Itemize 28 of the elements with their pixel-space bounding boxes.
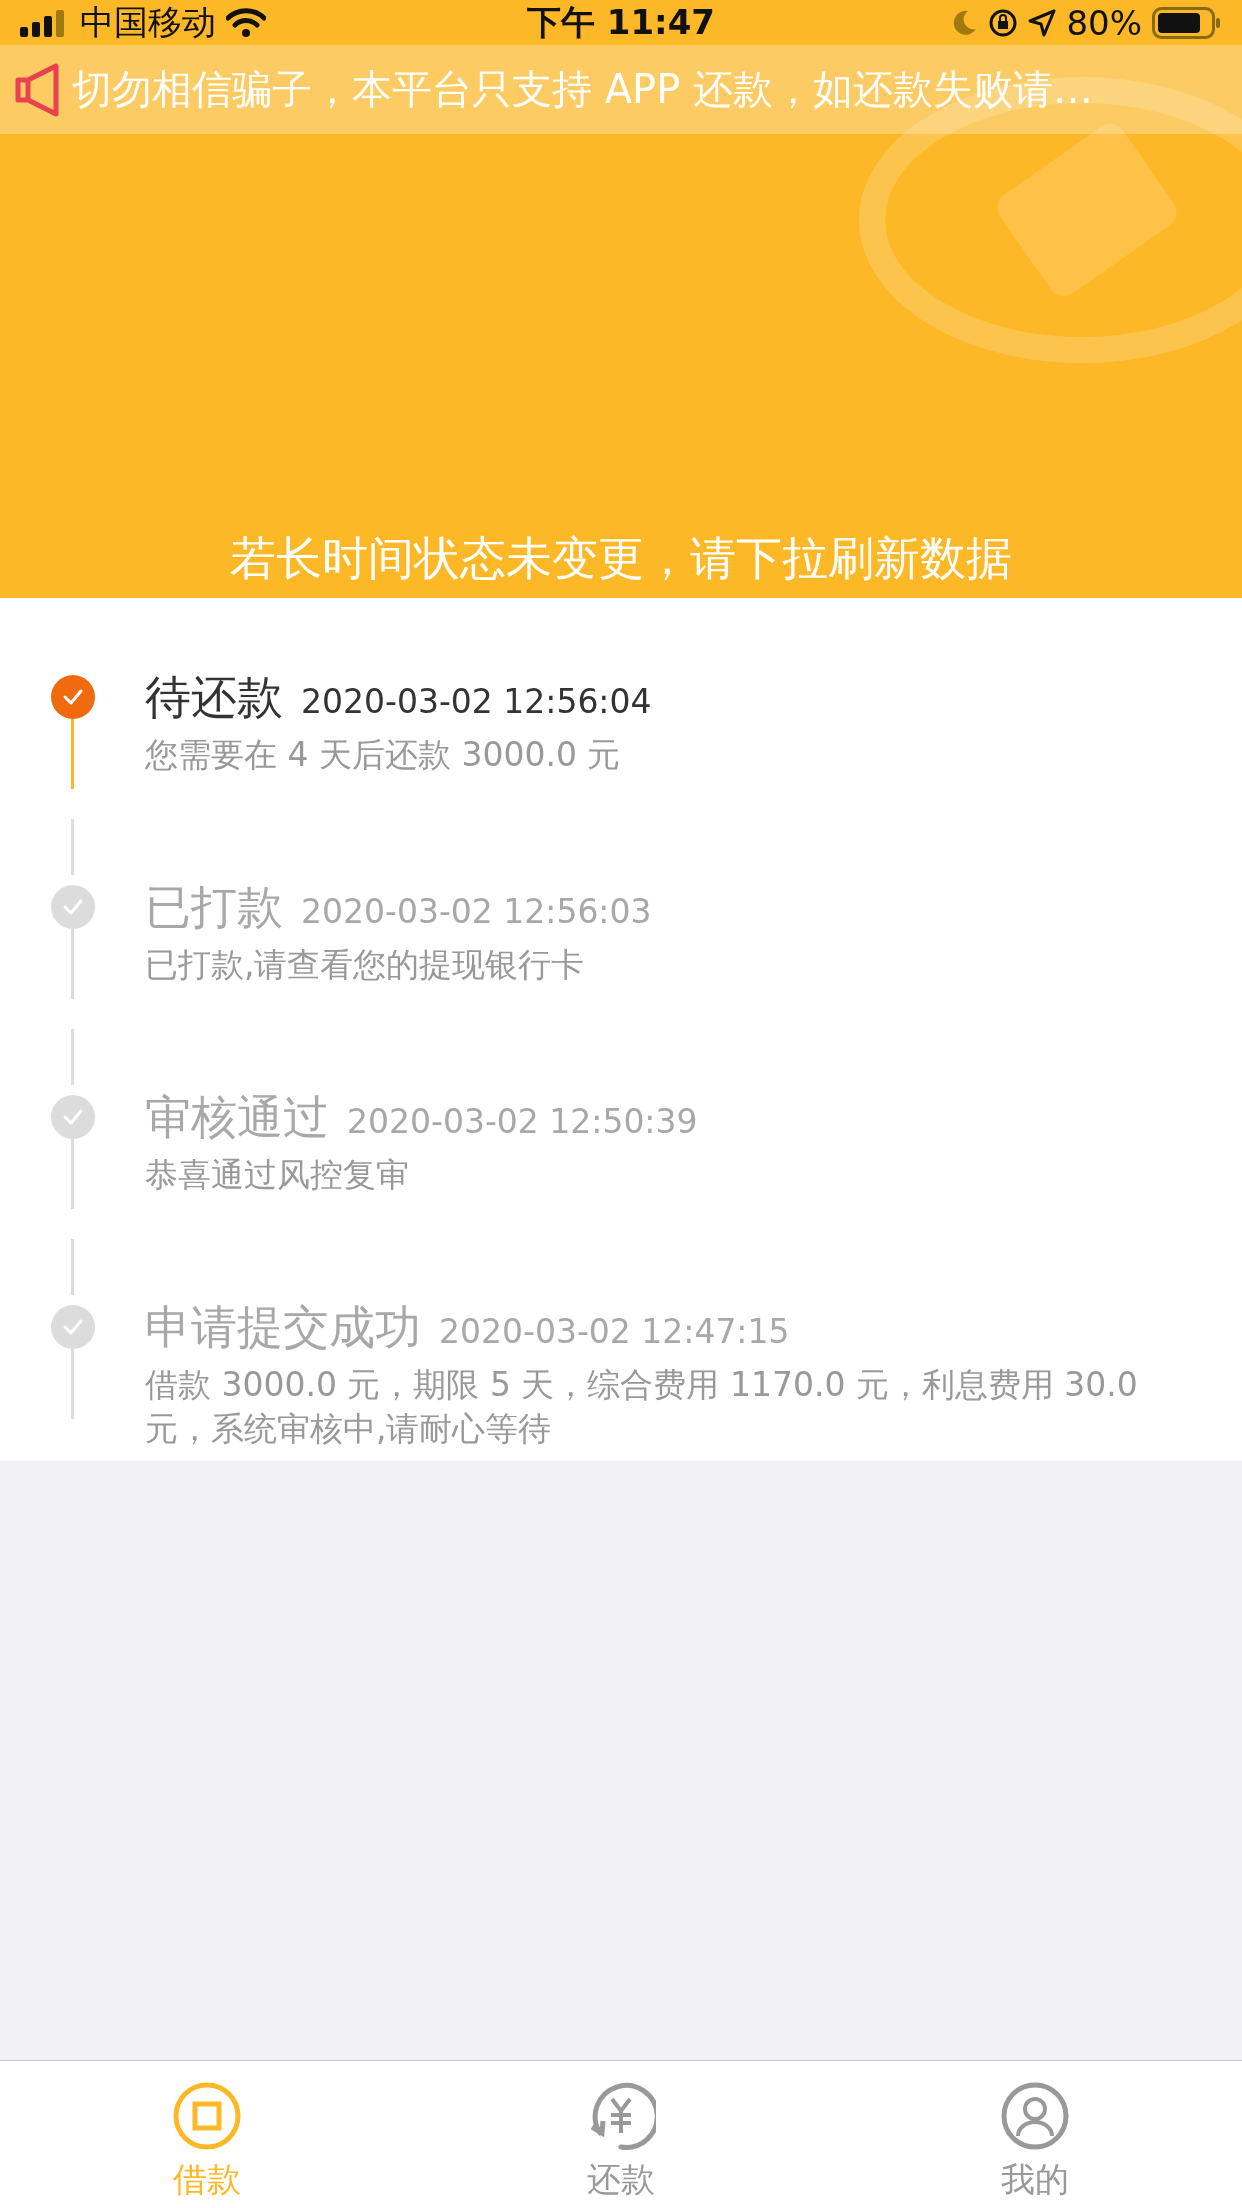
step-title: 待还款: [145, 669, 283, 726]
step-title: 申请提交成功: [145, 1299, 421, 1356]
location-arrow-icon: [1028, 8, 1057, 37]
battery-percent: 80%: [1066, 2, 1142, 43]
step-description: 恭喜通过风控复审: [145, 1154, 410, 1196]
tab[interactable]: 我的: [828, 2061, 1242, 2208]
step-description: 已打款,请查看您的提现银行卡: [145, 944, 586, 986]
step-description: 借款 3000.0 元，期限 5 天，综合费用 1170.0 元，利息费用 30.0 元，系统审核中,请耐心等待: [145, 1364, 1139, 1450]
step-time: 2020-03-02 12:56:03: [301, 892, 652, 931]
step-time: 2020-03-02 12:50:39: [347, 1102, 698, 1141]
moon-icon: [952, 8, 979, 37]
step-description: 您需要在 4 天后还款 3000.0 元: [145, 734, 622, 776]
battery-icon: [1152, 6, 1222, 39]
rotation-lock-icon: [988, 7, 1019, 38]
refresh-hint: 若长时间状态未变更，请下拉刷新数据: [229, 530, 1013, 587]
notice-text: 切勿相信骗子，本平台只支持 APP 还款，如还款失败请…: [72, 65, 1094, 114]
wifi-icon: [226, 7, 266, 38]
tab[interactable]: 借款: [0, 2061, 414, 2208]
carrier-name: 中国移动: [80, 0, 216, 44]
person-icon: [1000, 2081, 1070, 2151]
square-coin-icon: [172, 2081, 242, 2151]
status-time: 下午 11:47: [526, 0, 716, 44]
step-title: 已打款: [145, 879, 283, 936]
tab[interactable]: 还款: [414, 2061, 828, 2208]
speaker-icon: [14, 61, 60, 118]
step-time: 2020-03-02 12:47:15: [439, 1312, 790, 1351]
step-title: 审核通过: [145, 1089, 329, 1146]
step-time: 2020-03-02 12:56:04: [301, 682, 652, 721]
